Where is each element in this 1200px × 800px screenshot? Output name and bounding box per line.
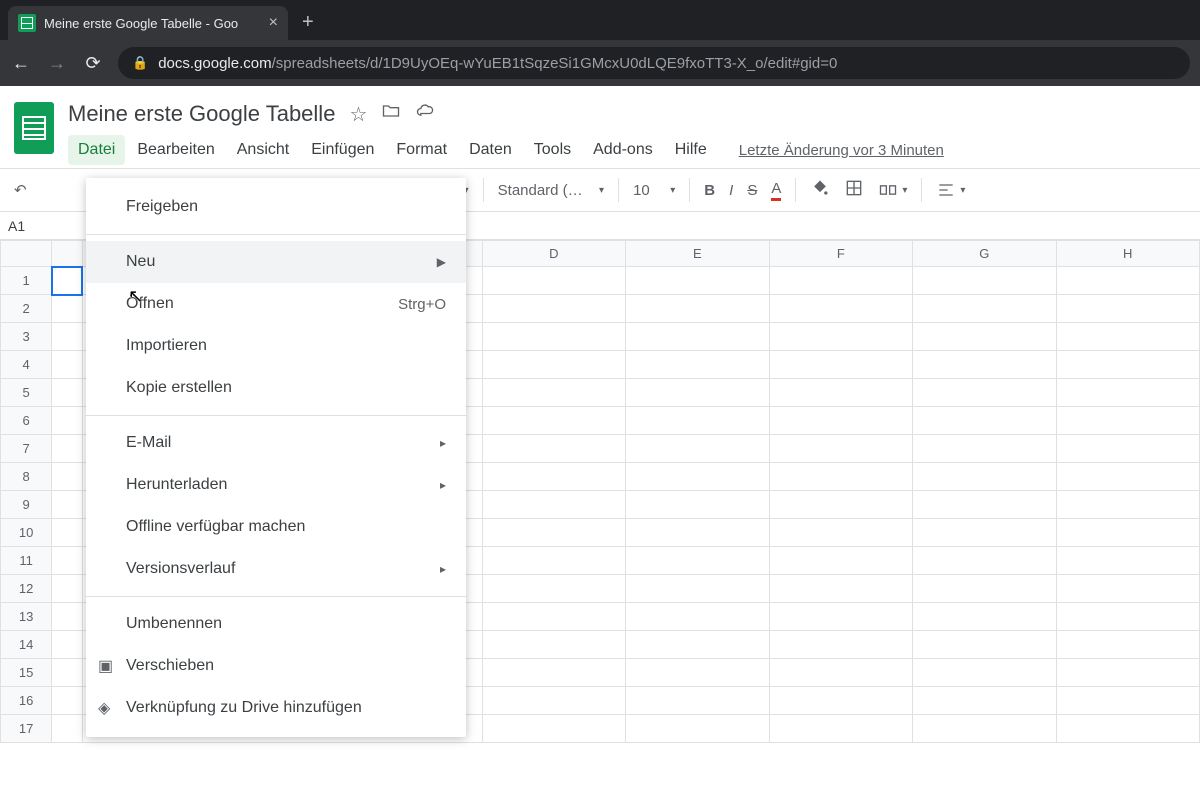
text-color-icon[interactable]: A bbox=[771, 180, 781, 201]
select-all-corner[interactable] bbox=[1, 241, 52, 267]
row-header[interactable]: 5 bbox=[1, 379, 52, 407]
menu-einfuegen[interactable]: Einfügen bbox=[301, 135, 384, 165]
row-header[interactable]: 3 bbox=[1, 323, 52, 351]
row-header[interactable]: 1 bbox=[1, 267, 52, 295]
browser-tab[interactable]: Meine erste Google Tabelle - Goo × bbox=[8, 6, 288, 40]
row-header[interactable]: 14 bbox=[1, 631, 52, 659]
browser-tabstrip: Meine erste Google Tabelle - Goo × + bbox=[0, 0, 1200, 40]
close-tab-icon[interactable]: × bbox=[269, 14, 278, 32]
menu-item-copy[interactable]: Kopie erstellen bbox=[86, 367, 466, 409]
font-size-dropdown[interactable]: 10 ▾ bbox=[633, 182, 675, 199]
row-header[interactable]: 17 bbox=[1, 715, 52, 743]
row-header[interactable]: 13 bbox=[1, 603, 52, 631]
menu-item-rename[interactable]: Umbenennen bbox=[86, 603, 466, 645]
menu-item-version[interactable]: Versionsverlauf▸ bbox=[86, 548, 466, 590]
menu-datei[interactable]: Datei bbox=[68, 135, 125, 165]
col-header[interactable]: H bbox=[1056, 241, 1200, 267]
back-icon[interactable]: ← bbox=[10, 53, 32, 74]
submenu-arrow-icon: ▶ bbox=[437, 255, 446, 269]
shortcut-label: Strg+O bbox=[398, 296, 446, 313]
reload-icon[interactable]: ⟳ bbox=[82, 53, 104, 74]
cloud-status-icon[interactable] bbox=[415, 101, 435, 127]
url-path: /spreadsheets/d/1D9UyOEq-wYuEB1tSqzeSi1G… bbox=[272, 55, 838, 72]
row-header[interactable]: 2 bbox=[1, 295, 52, 323]
menu-ansicht[interactable]: Ansicht bbox=[227, 135, 299, 165]
star-icon[interactable]: ☆ bbox=[349, 102, 367, 127]
drive-icon: ◈ bbox=[98, 698, 110, 718]
submenu-arrow-icon: ▸ bbox=[440, 436, 446, 450]
forward-icon[interactable]: → bbox=[46, 53, 68, 74]
menu-item-new[interactable]: Neu▶ bbox=[86, 241, 466, 283]
row-header[interactable]: 4 bbox=[1, 351, 52, 379]
row-header[interactable]: 11 bbox=[1, 547, 52, 575]
menu-item-import[interactable]: Importieren bbox=[86, 325, 466, 367]
row-header[interactable]: 16 bbox=[1, 687, 52, 715]
borders-icon[interactable] bbox=[844, 178, 864, 202]
col-header[interactable]: D bbox=[482, 241, 625, 267]
horizontal-align-icon[interactable]: ▾ bbox=[936, 180, 965, 200]
row-header[interactable]: 10 bbox=[1, 519, 52, 547]
undo-icon[interactable]: ↶ bbox=[14, 181, 27, 199]
last-edit-link[interactable]: Letzte Änderung vor 3 Minuten bbox=[739, 142, 944, 159]
menu-item-move[interactable]: ▣Verschieben bbox=[86, 645, 466, 687]
lock-icon: 🔒 bbox=[132, 55, 148, 71]
doc-title[interactable]: Meine erste Google Tabelle bbox=[68, 101, 335, 127]
font-dropdown[interactable]: Standard (… ▾ bbox=[498, 182, 604, 199]
merge-cells-icon[interactable]: ▾ bbox=[878, 180, 907, 200]
menu-addons[interactable]: Add-ons bbox=[583, 135, 663, 165]
row-header[interactable]: 9 bbox=[1, 491, 52, 519]
menu-tools[interactable]: Tools bbox=[524, 135, 581, 165]
row-header[interactable]: 15 bbox=[1, 659, 52, 687]
menu-format[interactable]: Format bbox=[386, 135, 457, 165]
menu-item-offline[interactable]: Offline verfügbar machen bbox=[86, 506, 466, 548]
submenu-arrow-icon: ▸ bbox=[440, 562, 446, 576]
bold-icon[interactable]: B bbox=[704, 182, 715, 199]
row-header[interactable]: 8 bbox=[1, 463, 52, 491]
menu-hilfe[interactable]: Hilfe bbox=[665, 135, 717, 165]
menu-daten[interactable]: Daten bbox=[459, 135, 522, 165]
url-host: docs.google.com bbox=[158, 55, 271, 72]
sheets-header: Meine erste Google Tabelle ☆ Datei Bearb… bbox=[0, 86, 1200, 168]
col-header[interactable]: F bbox=[769, 241, 912, 267]
menu-item-drive-shortcut[interactable]: ◈Verknüpfung zu Drive hinzufügen bbox=[86, 687, 466, 729]
menu-item-download[interactable]: Herunterladen▸ bbox=[86, 464, 466, 506]
move-folder-icon[interactable] bbox=[381, 101, 401, 127]
row-header[interactable]: 6 bbox=[1, 407, 52, 435]
folder-icon: ▣ bbox=[98, 656, 113, 676]
row-header[interactable]: 12 bbox=[1, 575, 52, 603]
menu-bearbeiten[interactable]: Bearbeiten bbox=[127, 135, 224, 165]
fill-color-icon[interactable] bbox=[810, 178, 830, 202]
submenu-arrow-icon: ▸ bbox=[440, 478, 446, 492]
menu-bar: Datei Bearbeiten Ansicht Einfügen Format… bbox=[68, 132, 1186, 168]
row-header[interactable]: 7 bbox=[1, 435, 52, 463]
sheets-logo-icon[interactable] bbox=[14, 102, 54, 154]
col-header[interactable]: E bbox=[626, 241, 769, 267]
cell-a1[interactable] bbox=[52, 267, 83, 295]
menu-item-email[interactable]: E-Mail▸ bbox=[86, 422, 466, 464]
col-header-a-clip[interactable] bbox=[52, 241, 83, 267]
sheets-favicon-icon bbox=[18, 14, 36, 32]
new-tab-button[interactable]: + bbox=[302, 11, 314, 34]
strikethrough-icon[interactable]: S bbox=[747, 182, 757, 199]
tab-title: Meine erste Google Tabelle - Goo bbox=[44, 16, 238, 31]
menu-item-open[interactable]: ÖffnenStrg+O bbox=[86, 283, 466, 325]
italic-icon[interactable]: I bbox=[729, 182, 733, 199]
file-menu-dropdown: Freigeben Neu▶ ÖffnenStrg+O Importieren … bbox=[86, 178, 466, 737]
url-bar[interactable]: 🔒 docs.google.com/spreadsheets/d/1D9UyOE… bbox=[118, 47, 1190, 79]
browser-toolbar: ← → ⟳ 🔒 docs.google.com/spreadsheets/d/1… bbox=[0, 40, 1200, 86]
menu-item-share[interactable]: Freigeben bbox=[86, 186, 466, 228]
col-header[interactable]: G bbox=[913, 241, 1056, 267]
